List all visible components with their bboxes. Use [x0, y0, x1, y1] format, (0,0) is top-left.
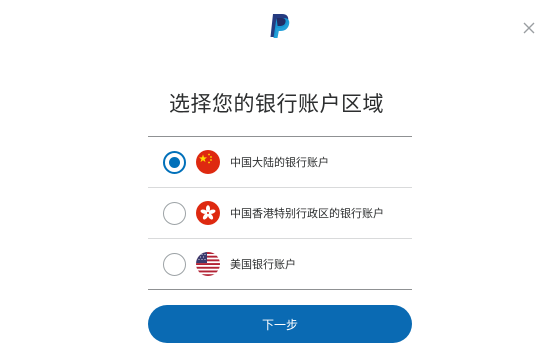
paypal-logo-icon	[269, 13, 291, 39]
bank-region-options: 中国大陆的银行账户 中国香港特别行政区的银行账户 美国银行账户	[148, 137, 412, 290]
radio-button-selected[interactable]	[163, 151, 186, 174]
radio-button[interactable]	[163, 253, 186, 276]
option-label: 美国银行账户	[230, 258, 296, 271]
close-icon	[523, 22, 535, 34]
option-label: 中国香港特别行政区的银行账户	[230, 207, 384, 220]
option-hong-kong[interactable]: 中国香港特别行政区的银行账户	[148, 188, 412, 239]
option-china-mainland[interactable]: 中国大陆的银行账户	[148, 137, 412, 188]
china-flag-icon	[196, 150, 220, 174]
option-usa[interactable]: 美国银行账户	[148, 239, 412, 290]
usa-flag-icon	[196, 252, 220, 276]
next-button[interactable]: 下一步	[148, 305, 412, 343]
close-button[interactable]	[519, 18, 539, 38]
dialog: 选择您的银行账户区域 中国大陆的银行账户 中国香港特别行政区的银行账户 美国银行…	[0, 0, 553, 349]
hong-kong-flag-icon	[196, 201, 220, 225]
page-title: 选择您的银行账户区域	[169, 92, 384, 116]
option-label: 中国大陆的银行账户	[230, 156, 329, 169]
radio-button[interactable]	[163, 202, 186, 225]
